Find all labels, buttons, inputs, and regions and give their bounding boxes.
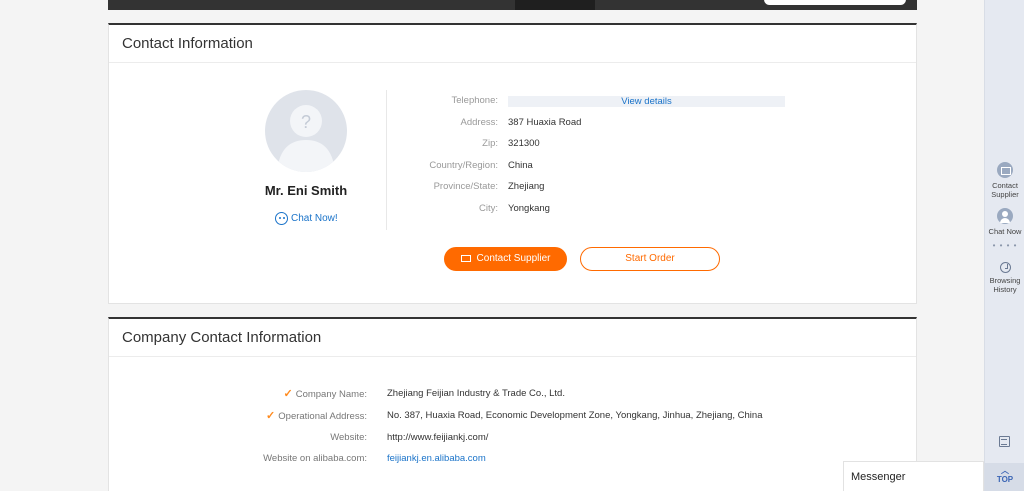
contact-supplier-label: Contact Supplier xyxy=(476,253,551,264)
company-contact-information-title: Company Contact Information xyxy=(109,319,916,357)
sidebar-browsing-history-line2: History xyxy=(993,285,1017,294)
city-value: Yongkang xyxy=(508,203,550,214)
sidebar-contact-supplier-line1: Contact xyxy=(992,181,1018,190)
alibaba-website-link[interactable]: feijiankj.en.alibaba.com xyxy=(387,452,486,466)
verified-check-icon: ✓ xyxy=(266,410,276,422)
messenger-tab[interactable]: Messenger xyxy=(843,461,984,491)
person-icon xyxy=(997,208,1013,224)
envelope-icon xyxy=(460,255,471,262)
view-details-link[interactable]: View details xyxy=(508,96,785,107)
zip-value: 321300 xyxy=(508,138,540,149)
sidebar-more-dots: • • • • xyxy=(992,241,1018,250)
top-nav-bar xyxy=(108,0,917,10)
sidebar-chat-now-label: Chat Now xyxy=(988,227,1022,236)
operational-address-label: Operational Address: xyxy=(278,411,367,422)
company-contact-information-card: Company Contact Information ✓ Company Nam… xyxy=(108,317,917,491)
website-value: http://www.feijiankj.com/ xyxy=(387,432,489,443)
top-nav-active-segment[interactable] xyxy=(515,0,595,10)
sidebar-chat-now[interactable]: Chat Now xyxy=(985,208,1024,236)
operational-address-row: ✓ Operational Address: No. 387, Huaxia Ro… xyxy=(109,409,918,423)
avatar: ? xyxy=(265,90,347,172)
province-label: Province/State: xyxy=(433,181,498,192)
alibaba-website-label: Website on alibaba.com: xyxy=(263,453,367,464)
operational-address-value: No. 387, Huaxia Road, Economic Developme… xyxy=(387,410,763,421)
default-avatar-icon: ? xyxy=(277,105,335,172)
city-label: City: xyxy=(479,203,498,214)
sidebar-contact-supplier-line2: Supplier xyxy=(991,190,1019,199)
contact-supplier-button[interactable]: Contact Supplier xyxy=(444,247,567,271)
top-search-box[interactable] xyxy=(764,0,906,5)
zip-label: Zip: xyxy=(482,138,498,149)
chevron-up-icon: ︿ xyxy=(1001,466,1009,475)
back-to-top-button[interactable]: ︿ TOP xyxy=(985,463,1024,491)
sidebar-browsing-history-line1: Browsing xyxy=(989,276,1021,285)
website-label: Website: xyxy=(330,432,367,443)
contact-information-card: Contact Information ? Mr. Eni Smith Chat… xyxy=(108,23,917,304)
website-row: Website: http://www.feijiankj.com/ xyxy=(109,431,918,445)
sidebar-browsing-history[interactable]: Browsing History xyxy=(985,262,1024,294)
contact-person-name: Mr. Eni Smith xyxy=(264,183,348,198)
clock-icon xyxy=(999,262,1011,273)
province-value: Zhejiang xyxy=(508,181,545,192)
chat-now-link[interactable]: Chat Now! xyxy=(275,212,338,225)
chat-smiley-icon xyxy=(275,212,288,225)
country-label: Country/Region: xyxy=(429,160,498,171)
right-sidebar: Contact Supplier Chat Now • • • • Browsi… xyxy=(984,0,1024,491)
mail-icon xyxy=(997,162,1013,178)
telephone-label: Telephone: xyxy=(451,95,498,106)
country-value: China xyxy=(508,160,533,171)
company-name-row: ✓ Company Name: Zhejiang Feijian Industry… xyxy=(109,387,918,401)
contact-information-title: Contact Information xyxy=(109,25,916,63)
alibaba-website-row: Website on alibaba.com: feijiankj.en.ali… xyxy=(109,452,918,466)
start-order-button[interactable]: Start Order xyxy=(580,247,720,271)
chat-now-label: Chat Now! xyxy=(291,213,338,224)
address-label: Address: xyxy=(460,117,499,128)
company-name-value: Zhejiang Feijian Industry & Trade Co., L… xyxy=(387,388,565,399)
company-name-label: Company Name: xyxy=(295,389,367,400)
feedback-note-icon[interactable] xyxy=(999,436,1010,447)
address-value: 387 Huaxia Road xyxy=(508,117,582,128)
sidebar-contact-supplier[interactable]: Contact Supplier xyxy=(985,162,1024,199)
back-to-top-label: TOP xyxy=(996,475,1014,484)
verified-check-icon: ✓ xyxy=(283,388,293,400)
avatar-question-mark: ? xyxy=(301,112,311,132)
